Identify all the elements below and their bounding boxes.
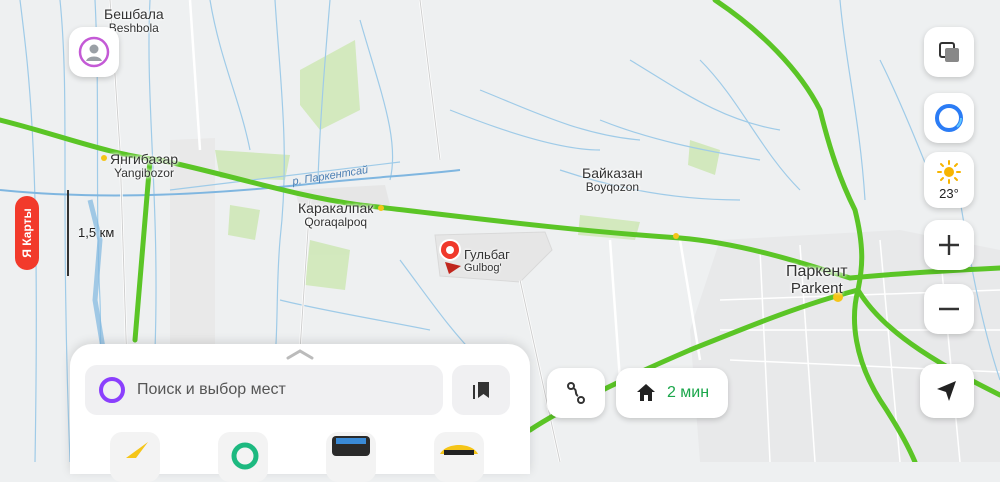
place-baykazan-lat: Boyqozon	[585, 180, 640, 195]
plus-icon	[939, 235, 959, 255]
bottom-sheet[interactable]: Поиск и выбор мест	[70, 344, 530, 482]
route-options-button[interactable]	[547, 368, 605, 418]
minus-icon	[939, 307, 959, 311]
profile-avatar-icon	[78, 36, 110, 68]
transport-icon	[332, 436, 370, 456]
navigation-arrow-icon	[937, 381, 956, 401]
place-karakalpak-lat: Qoraqalpoq	[304, 215, 368, 230]
place-gulbag-ru: Гульбаг	[464, 247, 510, 262]
search-bar[interactable]: Поиск и выбор мест	[85, 365, 443, 415]
zoom-in-button[interactable]	[924, 220, 974, 270]
route-time: 2 мин	[666, 384, 710, 401]
layers-button[interactable]	[924, 27, 974, 77]
yandex-maps-badge-label: Я Карты	[20, 208, 34, 258]
scale-label: 1,5 км	[78, 225, 115, 240]
place-parkent-lat: Parkent	[790, 279, 843, 297]
place-baykazan: Байказан Boyqozon	[582, 165, 643, 195]
place-gulbag-lat: Gulbog'	[464, 262, 502, 275]
weather-temp: 23°	[939, 185, 959, 201]
sun-icon	[937, 159, 961, 184]
home-icon	[636, 384, 655, 401]
quick-action-navigator[interactable]	[110, 432, 160, 482]
place-parkent-ru: Паркент	[786, 263, 848, 280]
my-location-button[interactable]	[920, 364, 974, 418]
taxi-icon	[440, 445, 478, 455]
quick-action-app[interactable]	[218, 432, 268, 482]
app-logo-icon	[231, 442, 259, 470]
quick-action-taxi[interactable]	[434, 432, 484, 482]
scale-bar	[67, 190, 69, 276]
place-yangibazar-lat: Yangibozor	[114, 166, 174, 181]
search-placeholder: Поиск и выбор мест	[137, 381, 286, 398]
bookmarks-button[interactable]	[452, 365, 510, 415]
navigator-arrow-icon	[126, 442, 148, 458]
alice-assistant-icon[interactable]	[99, 377, 125, 403]
alice-icon	[935, 104, 963, 132]
map-pin-icon[interactable]	[437, 238, 463, 276]
weather-widget[interactable]: 23°	[924, 152, 974, 208]
profile-button[interactable]	[69, 27, 119, 77]
sheet-handle-icon[interactable]	[286, 348, 314, 360]
route-home-button[interactable]: 2 мин	[616, 368, 728, 418]
route-icon	[567, 382, 585, 404]
quick-action-transport[interactable]	[326, 432, 376, 482]
place-parkent: Паркент Parkent	[786, 263, 848, 297]
zoom-out-button[interactable]	[924, 284, 974, 334]
place-gulbag: Гульбаг Gulbog'	[464, 247, 510, 275]
yandex-maps-badge[interactable]: Я Карты	[15, 196, 39, 270]
layers-icon	[939, 42, 959, 62]
place-karakalpak: Каракалпак Qoraqalpoq	[298, 200, 373, 230]
alice-button[interactable]	[924, 93, 974, 143]
place-yangibazar: Янгибазар Yangibozor	[110, 151, 178, 181]
bookmarks-icon	[473, 382, 489, 399]
